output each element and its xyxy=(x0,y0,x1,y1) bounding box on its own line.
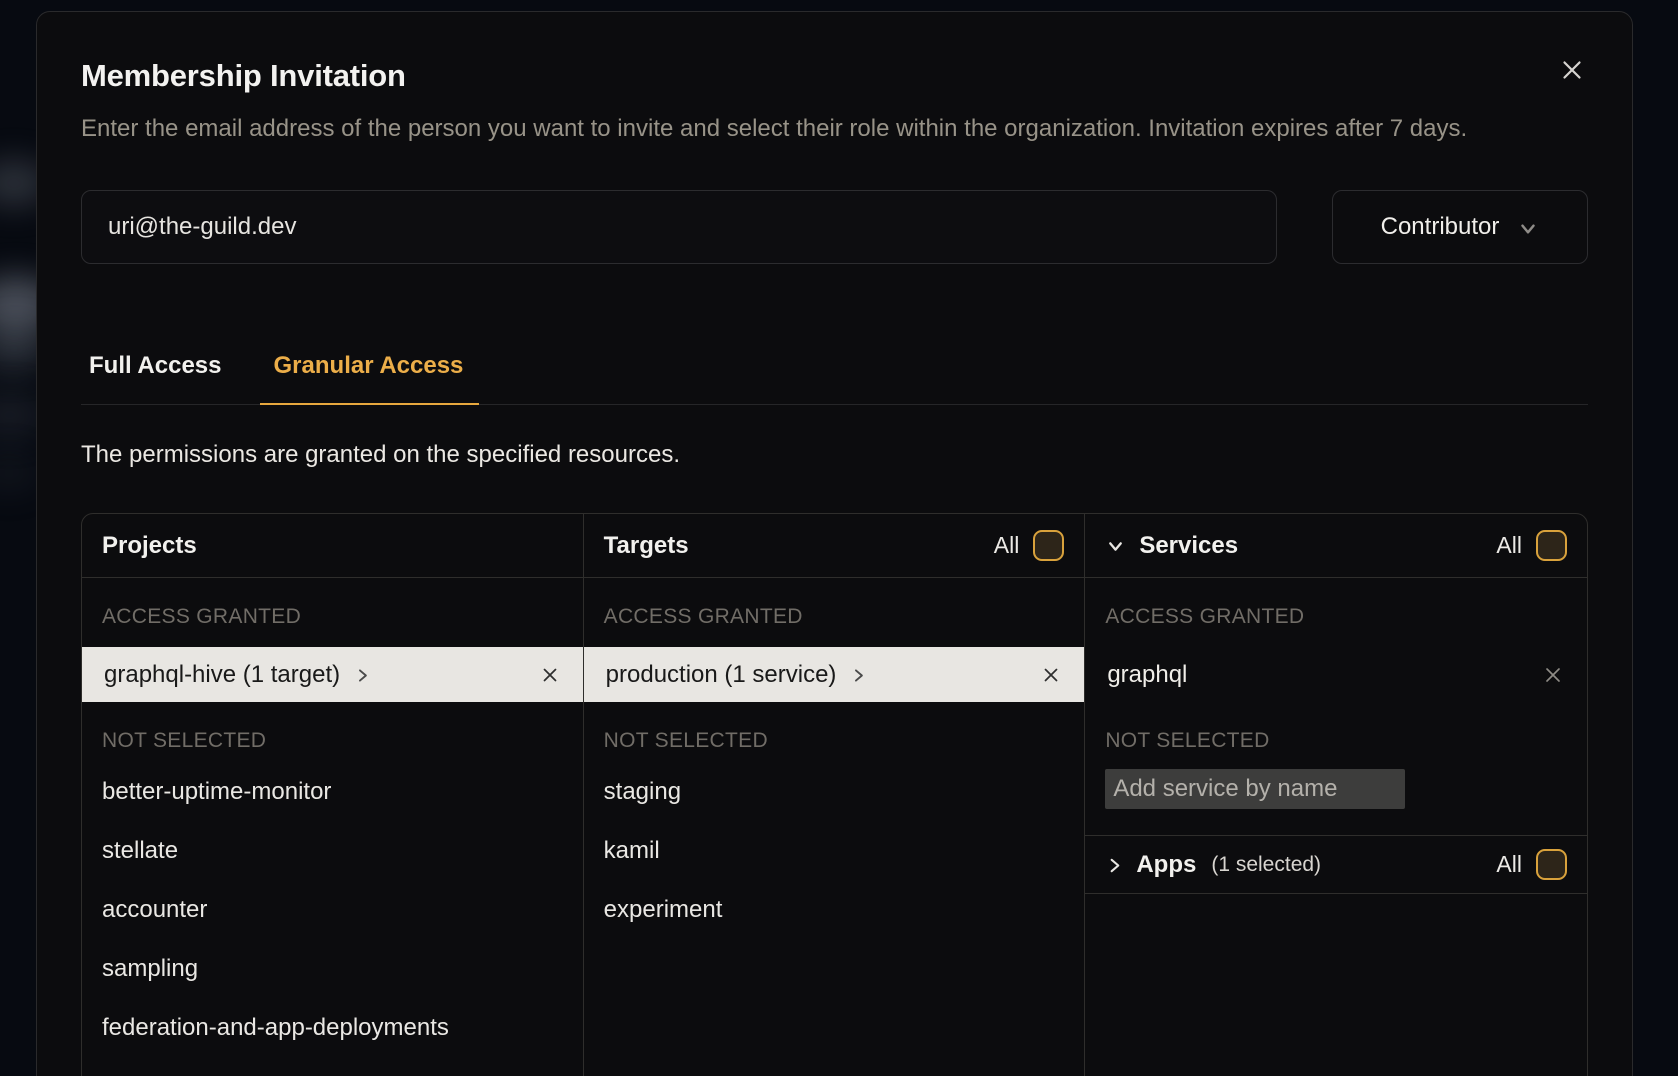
project-item[interactable]: sampling xyxy=(82,939,583,998)
services-column-title: Services xyxy=(1139,532,1238,560)
apps-row[interactable]: Apps (1 selected) All xyxy=(1085,836,1587,894)
apps-row-title: Apps xyxy=(1136,851,1196,879)
services-all-group: All xyxy=(1496,530,1567,561)
target-item[interactable]: experiment xyxy=(584,880,1085,939)
project-item[interactable]: stellate xyxy=(82,821,583,880)
x-mark-icon xyxy=(1541,663,1565,687)
role-select[interactable]: Contributor xyxy=(1332,190,1588,264)
projects-not-selected-label: NOT SELECTED xyxy=(102,729,563,753)
remove-project-button[interactable] xyxy=(539,664,561,686)
projects-not-selected-list: better-uptime-monitor stellate accounter… xyxy=(82,762,583,1057)
permissions-note: The permissions are granted on the speci… xyxy=(81,441,1588,469)
project-item[interactable]: better-uptime-monitor xyxy=(82,762,583,821)
targets-access-granted-label: ACCESS GRANTED xyxy=(604,605,1065,629)
membership-invitation-dialog: Membership Invitation Enter the email ad… xyxy=(36,11,1633,1076)
services-access-granted-label: ACCESS GRANTED xyxy=(1105,605,1567,629)
apps-all-label: All xyxy=(1496,851,1522,878)
chevron-down-icon xyxy=(1105,536,1126,557)
role-select-value: Contributor xyxy=(1381,213,1500,241)
projects-column: Projects ACCESS GRANTED graphql-hive (1 … xyxy=(82,514,584,1076)
remove-service-button[interactable] xyxy=(1541,663,1565,687)
resources-table: Projects ACCESS GRANTED graphql-hive (1 … xyxy=(81,513,1588,1076)
chevron-down-icon xyxy=(1517,218,1539,240)
invite-form-row: Contributor xyxy=(81,190,1588,264)
targets-all-label: All xyxy=(994,532,1020,559)
dialog-description: Enter the email address of the person yo… xyxy=(81,110,1506,148)
x-mark-icon xyxy=(1040,664,1062,686)
apps-all-checkbox[interactable] xyxy=(1536,849,1567,880)
services-column-header[interactable]: Services All xyxy=(1085,514,1587,578)
targets-not-selected-label: NOT SELECTED xyxy=(604,729,1065,753)
chevron-right-icon xyxy=(850,667,867,684)
services-empty-area xyxy=(1085,894,1587,1076)
tab-full-access[interactable]: Full Access xyxy=(81,344,230,404)
projects-access-granted-label: ACCESS GRANTED xyxy=(102,605,563,629)
target-selected-row[interactable]: production (1 service) xyxy=(584,647,1085,702)
apps-all-group: All xyxy=(1496,849,1567,880)
tab-granular-access[interactable]: Granular Access xyxy=(266,344,472,404)
target-item[interactable]: kamil xyxy=(584,821,1085,880)
project-selected-row[interactable]: graphql-hive (1 target) xyxy=(82,647,583,702)
remove-target-button[interactable] xyxy=(1040,664,1062,686)
service-granted-label: graphql xyxy=(1107,661,1187,689)
chevron-right-icon xyxy=(354,667,371,684)
x-mark-icon xyxy=(539,664,561,686)
services-column: Services All ACCESS GRANTED graphql NOT xyxy=(1085,514,1587,1076)
projects-column-title: Projects xyxy=(102,532,197,560)
services-all-checkbox[interactable] xyxy=(1536,530,1567,561)
services-cell: ACCESS GRANTED graphql NOT SELECTED xyxy=(1085,578,1587,836)
targets-not-selected-list: staging kamil experiment xyxy=(584,762,1085,939)
project-item[interactable]: federation-and-app-deployments xyxy=(82,998,583,1057)
email-input[interactable] xyxy=(81,190,1277,264)
targets-column-header: Targets All xyxy=(584,514,1085,578)
background-blur-smudge xyxy=(0,452,40,492)
targets-column-body: ACCESS GRANTED production (1 service) NO… xyxy=(584,578,1085,939)
projects-column-header: Projects xyxy=(82,514,583,578)
apps-selected-count: (1 selected) xyxy=(1211,853,1321,877)
services-all-label: All xyxy=(1496,532,1522,559)
dialog-title: Membership Invitation xyxy=(81,58,1588,94)
close-button[interactable] xyxy=(1552,50,1592,90)
targets-column-title: Targets xyxy=(604,532,689,560)
project-item[interactable]: accounter xyxy=(82,880,583,939)
project-selected-label: graphql-hive (1 target) xyxy=(104,661,340,689)
add-service-input[interactable] xyxy=(1105,769,1405,809)
service-granted-row[interactable]: graphql xyxy=(1085,647,1587,702)
targets-all-group: All xyxy=(994,530,1065,561)
services-not-selected-label: NOT SELECTED xyxy=(1105,729,1567,753)
chevron-right-icon xyxy=(1105,856,1124,875)
close-icon xyxy=(1557,55,1587,85)
targets-column: Targets All ACCESS GRANTED production (1… xyxy=(584,514,1086,1076)
targets-all-checkbox[interactable] xyxy=(1033,530,1064,561)
projects-column-body: ACCESS GRANTED graphql-hive (1 target) N… xyxy=(82,578,583,1057)
access-tabs: Full Access Granular Access xyxy=(81,344,1588,405)
target-item[interactable]: staging xyxy=(584,762,1085,821)
target-selected-label: production (1 service) xyxy=(606,661,837,689)
